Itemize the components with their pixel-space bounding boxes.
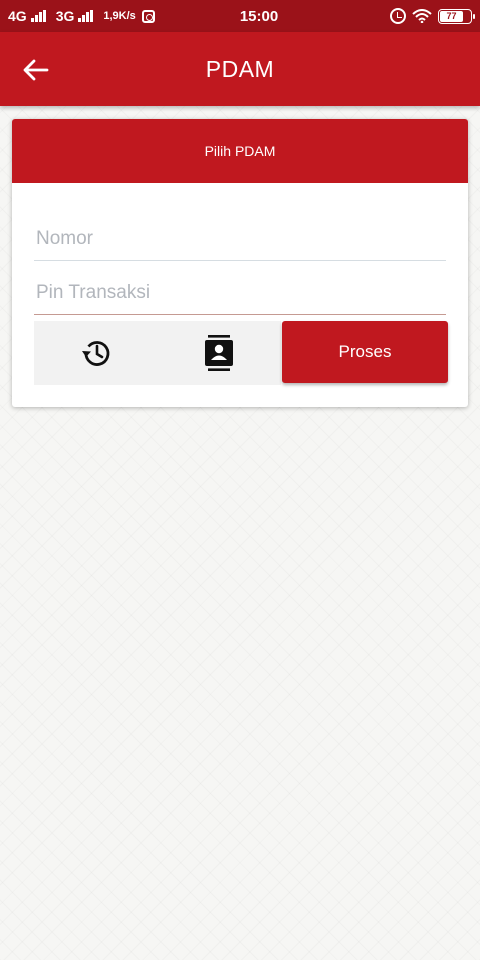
- signal-icon: [78, 10, 94, 22]
- app-bar: PDAM: [0, 32, 480, 106]
- signal-icon: [30, 10, 46, 22]
- status-right: 77: [390, 8, 475, 24]
- nomor-input[interactable]: [34, 217, 446, 261]
- contacts-button[interactable]: [157, 321, 280, 385]
- pdam-form-card: Pilih PDAM Proses: [12, 119, 468, 407]
- network-speed: 1,9K/s: [103, 10, 136, 22]
- action-row: Proses: [34, 321, 448, 385]
- battery-level: 77: [446, 11, 457, 21]
- history-button[interactable]: [34, 321, 157, 385]
- instagram-icon: [141, 9, 155, 23]
- alarm-icon: [390, 8, 406, 24]
- pin-transaksi-input[interactable]: [34, 271, 446, 315]
- network-type-2: 3G: [55, 8, 75, 24]
- contacts-icon: [204, 335, 233, 371]
- quick-actions: [34, 321, 281, 385]
- battery-icon: 77: [438, 8, 475, 24]
- proses-button[interactable]: Proses: [282, 321, 448, 383]
- network-type-1: 4G: [8, 8, 27, 24]
- network-indicators: 4G 3G 1,9K/s: [8, 8, 178, 24]
- history-icon: [81, 341, 109, 366]
- page-title: PDAM: [205, 56, 275, 82]
- select-pdam-button[interactable]: Pilih PDAM: [12, 119, 468, 183]
- status-time: 15:00: [239, 7, 279, 25]
- wifi-icon: [412, 9, 432, 23]
- status-bar: 4G 3G 1,9K/s 15:00 77: [0, 0, 480, 32]
